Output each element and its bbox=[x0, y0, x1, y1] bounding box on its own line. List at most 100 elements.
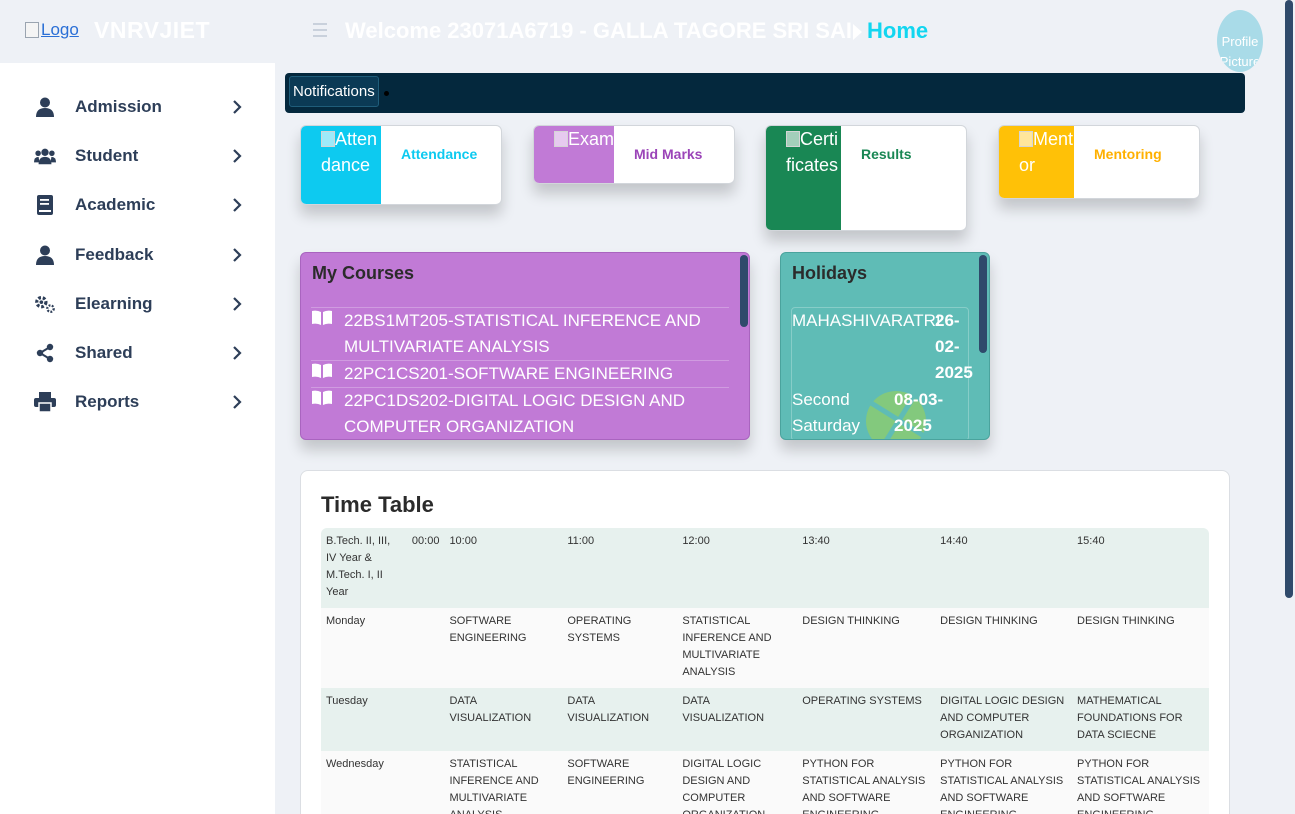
timetable-card: Time Table B.Tech. II, III, IV Year & M.… bbox=[300, 470, 1230, 814]
caret-right-icon bbox=[853, 24, 862, 40]
table-cell: DIGITAL LOGIC DESIGN AND COMPUTER ORGANI… bbox=[677, 751, 798, 814]
mentoring-label: Mentoring bbox=[1094, 146, 1162, 162]
table-cell-day: Wednesday bbox=[321, 751, 445, 814]
menu-toggle-icon[interactable] bbox=[313, 23, 327, 37]
chevron-right-icon bbox=[233, 248, 242, 262]
course-item[interactable]: 22BS1MT205-STATISTICAL INFERENCE AND MUL… bbox=[311, 308, 729, 360]
attendance-image: Attendance bbox=[301, 126, 381, 204]
table-cell-day: Tuesday bbox=[321, 688, 445, 751]
results-label: Results bbox=[861, 146, 912, 162]
attendance-card[interactable]: Attendance Attendance bbox=[300, 125, 502, 205]
users-icon bbox=[34, 145, 56, 167]
exam-image: Exam bbox=[534, 126, 614, 183]
sidebar: Admission Student Academic Feedback Elea… bbox=[0, 63, 275, 814]
table-cell: DIGITAL LOGIC DESIGN AND COMPUTER ORGANI… bbox=[935, 688, 1073, 751]
chevron-right-icon bbox=[233, 297, 242, 311]
mentor-image: Mentor bbox=[999, 126, 1074, 198]
logo-link[interactable]: Logo bbox=[25, 20, 79, 40]
user-icon bbox=[34, 96, 56, 118]
mid-marks-card[interactable]: Exam Mid Marks bbox=[533, 125, 735, 184]
table-cell-day: Monday bbox=[321, 608, 445, 688]
timetable-title: Time Table bbox=[321, 492, 434, 517]
mid-marks-label: Mid Marks bbox=[634, 146, 703, 162]
avatar-alt-text: Profile Picture bbox=[1219, 34, 1261, 69]
sidebar-item-student[interactable]: Student bbox=[0, 136, 275, 176]
share-icon bbox=[34, 342, 56, 364]
courses-scrollbar[interactable] bbox=[740, 255, 748, 327]
welcome-text: Welcome 23071A6719 - GALLA TAGORE SRI SA… bbox=[345, 18, 852, 43]
timetable-header-row: B.Tech. II, III, IV Year & M.Tech. I, II… bbox=[321, 528, 1209, 608]
book-open-icon bbox=[312, 390, 332, 405]
holidays-scrollbar[interactable] bbox=[979, 255, 987, 353]
table-cell: DATA VISUALIZATION bbox=[562, 688, 678, 751]
sidebar-item-label: Shared bbox=[75, 343, 133, 362]
table-cell: OPERATING SYSTEMS bbox=[797, 688, 936, 751]
table-header-cell: 11:00 bbox=[562, 528, 678, 608]
holiday-date: 26- 02- 2025 bbox=[935, 311, 973, 382]
course-item[interactable]: 22PC1DS202-DIGITAL LOGIC DESIGN AND COMP… bbox=[311, 388, 729, 439]
sidebar-item-academic[interactable]: Academic bbox=[0, 185, 275, 225]
table-header-cell: B.Tech. II, III, IV Year & M.Tech. I, II… bbox=[321, 528, 407, 608]
logo-alt-text: Logo bbox=[41, 20, 79, 39]
holidays-panel: Holidays MAHASHIVARATRI 26- 02- 2025 Sec… bbox=[780, 252, 990, 440]
sidebar-item-label: Elearning bbox=[75, 294, 153, 313]
results-card[interactable]: Certificates Results bbox=[765, 125, 967, 231]
table-cell: PYTHON FOR STATISTICAL ANALYSIS AND SOFT… bbox=[935, 751, 1073, 814]
page-scrollbar[interactable] bbox=[1285, 0, 1293, 598]
timetable-table: B.Tech. II, III, IV Year & M.Tech. I, II… bbox=[321, 528, 1209, 814]
table-header-cell: 12:00 bbox=[677, 528, 798, 608]
table-cell: DESIGN THINKING bbox=[935, 608, 1073, 688]
notification-dot bbox=[384, 91, 389, 96]
table-cell: DESIGN THINKING bbox=[797, 608, 936, 688]
book-open-icon bbox=[312, 363, 332, 378]
chevron-right-icon bbox=[233, 198, 242, 212]
sidebar-item-shared[interactable]: Shared bbox=[0, 333, 275, 373]
broken-image-icon bbox=[25, 22, 39, 38]
sidebar-item-reports[interactable]: Reports bbox=[0, 382, 275, 422]
table-header-cell: 13:40 bbox=[797, 528, 936, 608]
avatar[interactable]: Profile Picture bbox=[1217, 10, 1263, 72]
notifications-bar: Notifications bbox=[285, 73, 1245, 113]
table-cell: DATA VISUALIZATION bbox=[677, 688, 798, 751]
sidebar-item-label: Student bbox=[75, 146, 139, 165]
holiday-name: Second Saturday bbox=[792, 390, 861, 435]
chevron-right-icon bbox=[233, 100, 242, 114]
sidebar-item-label: Academic bbox=[75, 195, 156, 214]
table-cell: SOFTWARE ENGINEERING bbox=[562, 751, 678, 814]
table-cell: PYTHON FOR STATISTICAL ANALYSIS AND SOFT… bbox=[1072, 751, 1209, 814]
user-icon bbox=[34, 244, 56, 266]
table-header-cell: 00:00 bbox=[406, 528, 445, 608]
table-cell: STATISTICAL INFERENCE AND MULTIVARIATE A… bbox=[444, 751, 563, 814]
book-icon bbox=[34, 194, 56, 216]
table-header-cell: 14:40 bbox=[935, 528, 1073, 608]
breadcrumb-home[interactable]: Home bbox=[867, 18, 928, 44]
course-item[interactable]: 22PC1CS201-SOFTWARE ENGINEERING bbox=[311, 361, 729, 387]
mentoring-card[interactable]: Mentor Mentoring bbox=[998, 125, 1200, 199]
table-cell: STATISTICAL INFERENCE AND MULTIVARIATE A… bbox=[677, 608, 798, 688]
sidebar-item-admission[interactable]: Admission bbox=[0, 87, 275, 127]
table-row: Tuesday DATA VISUALIZATION DATA VISUALIZ… bbox=[321, 688, 1209, 751]
holiday-name: MAHASHIVARATRI bbox=[792, 311, 941, 330]
gears-icon bbox=[34, 293, 56, 315]
sidebar-item-label: Admission bbox=[75, 97, 162, 116]
my-courses-panel: My Courses 22BS1MT205-STATISTICAL INFERE… bbox=[300, 252, 750, 440]
top-header: Logo VNRVJIET Welcome 23071A6719 - GALLA… bbox=[0, 0, 1295, 72]
table-row: Monday SOFTWARE ENGINEERING OPERATING SY… bbox=[321, 608, 1209, 688]
table-cell: OPERATING SYSTEMS bbox=[562, 608, 678, 688]
chevron-right-icon bbox=[233, 149, 242, 163]
attendance-label: Attendance bbox=[401, 146, 478, 162]
notifications-button[interactable]: Notifications bbox=[289, 76, 379, 107]
table-cell: DATA VISUALIZATION bbox=[444, 688, 563, 751]
table-cell: MATHEMATICAL FOUNDATIONS FOR DATA SCIECN… bbox=[1072, 688, 1209, 751]
table-header-cell: 10:00 bbox=[444, 528, 563, 608]
table-header-cell: 15:40 bbox=[1072, 528, 1209, 608]
table-row: Wednesday STATISTICAL INFERENCE AND MULT… bbox=[321, 751, 1209, 814]
holiday-date: 08-03- 2025 bbox=[894, 390, 944, 435]
certificates-image: Certificates bbox=[766, 126, 841, 230]
holidays-title: Holidays bbox=[792, 263, 868, 283]
sidebar-item-elearning[interactable]: Elearning bbox=[0, 284, 275, 324]
sidebar-item-label: Feedback bbox=[75, 245, 154, 264]
printer-icon bbox=[34, 391, 56, 413]
sidebar-item-feedback[interactable]: Feedback bbox=[0, 235, 275, 275]
brand-name: VNRVJIET bbox=[94, 17, 211, 43]
